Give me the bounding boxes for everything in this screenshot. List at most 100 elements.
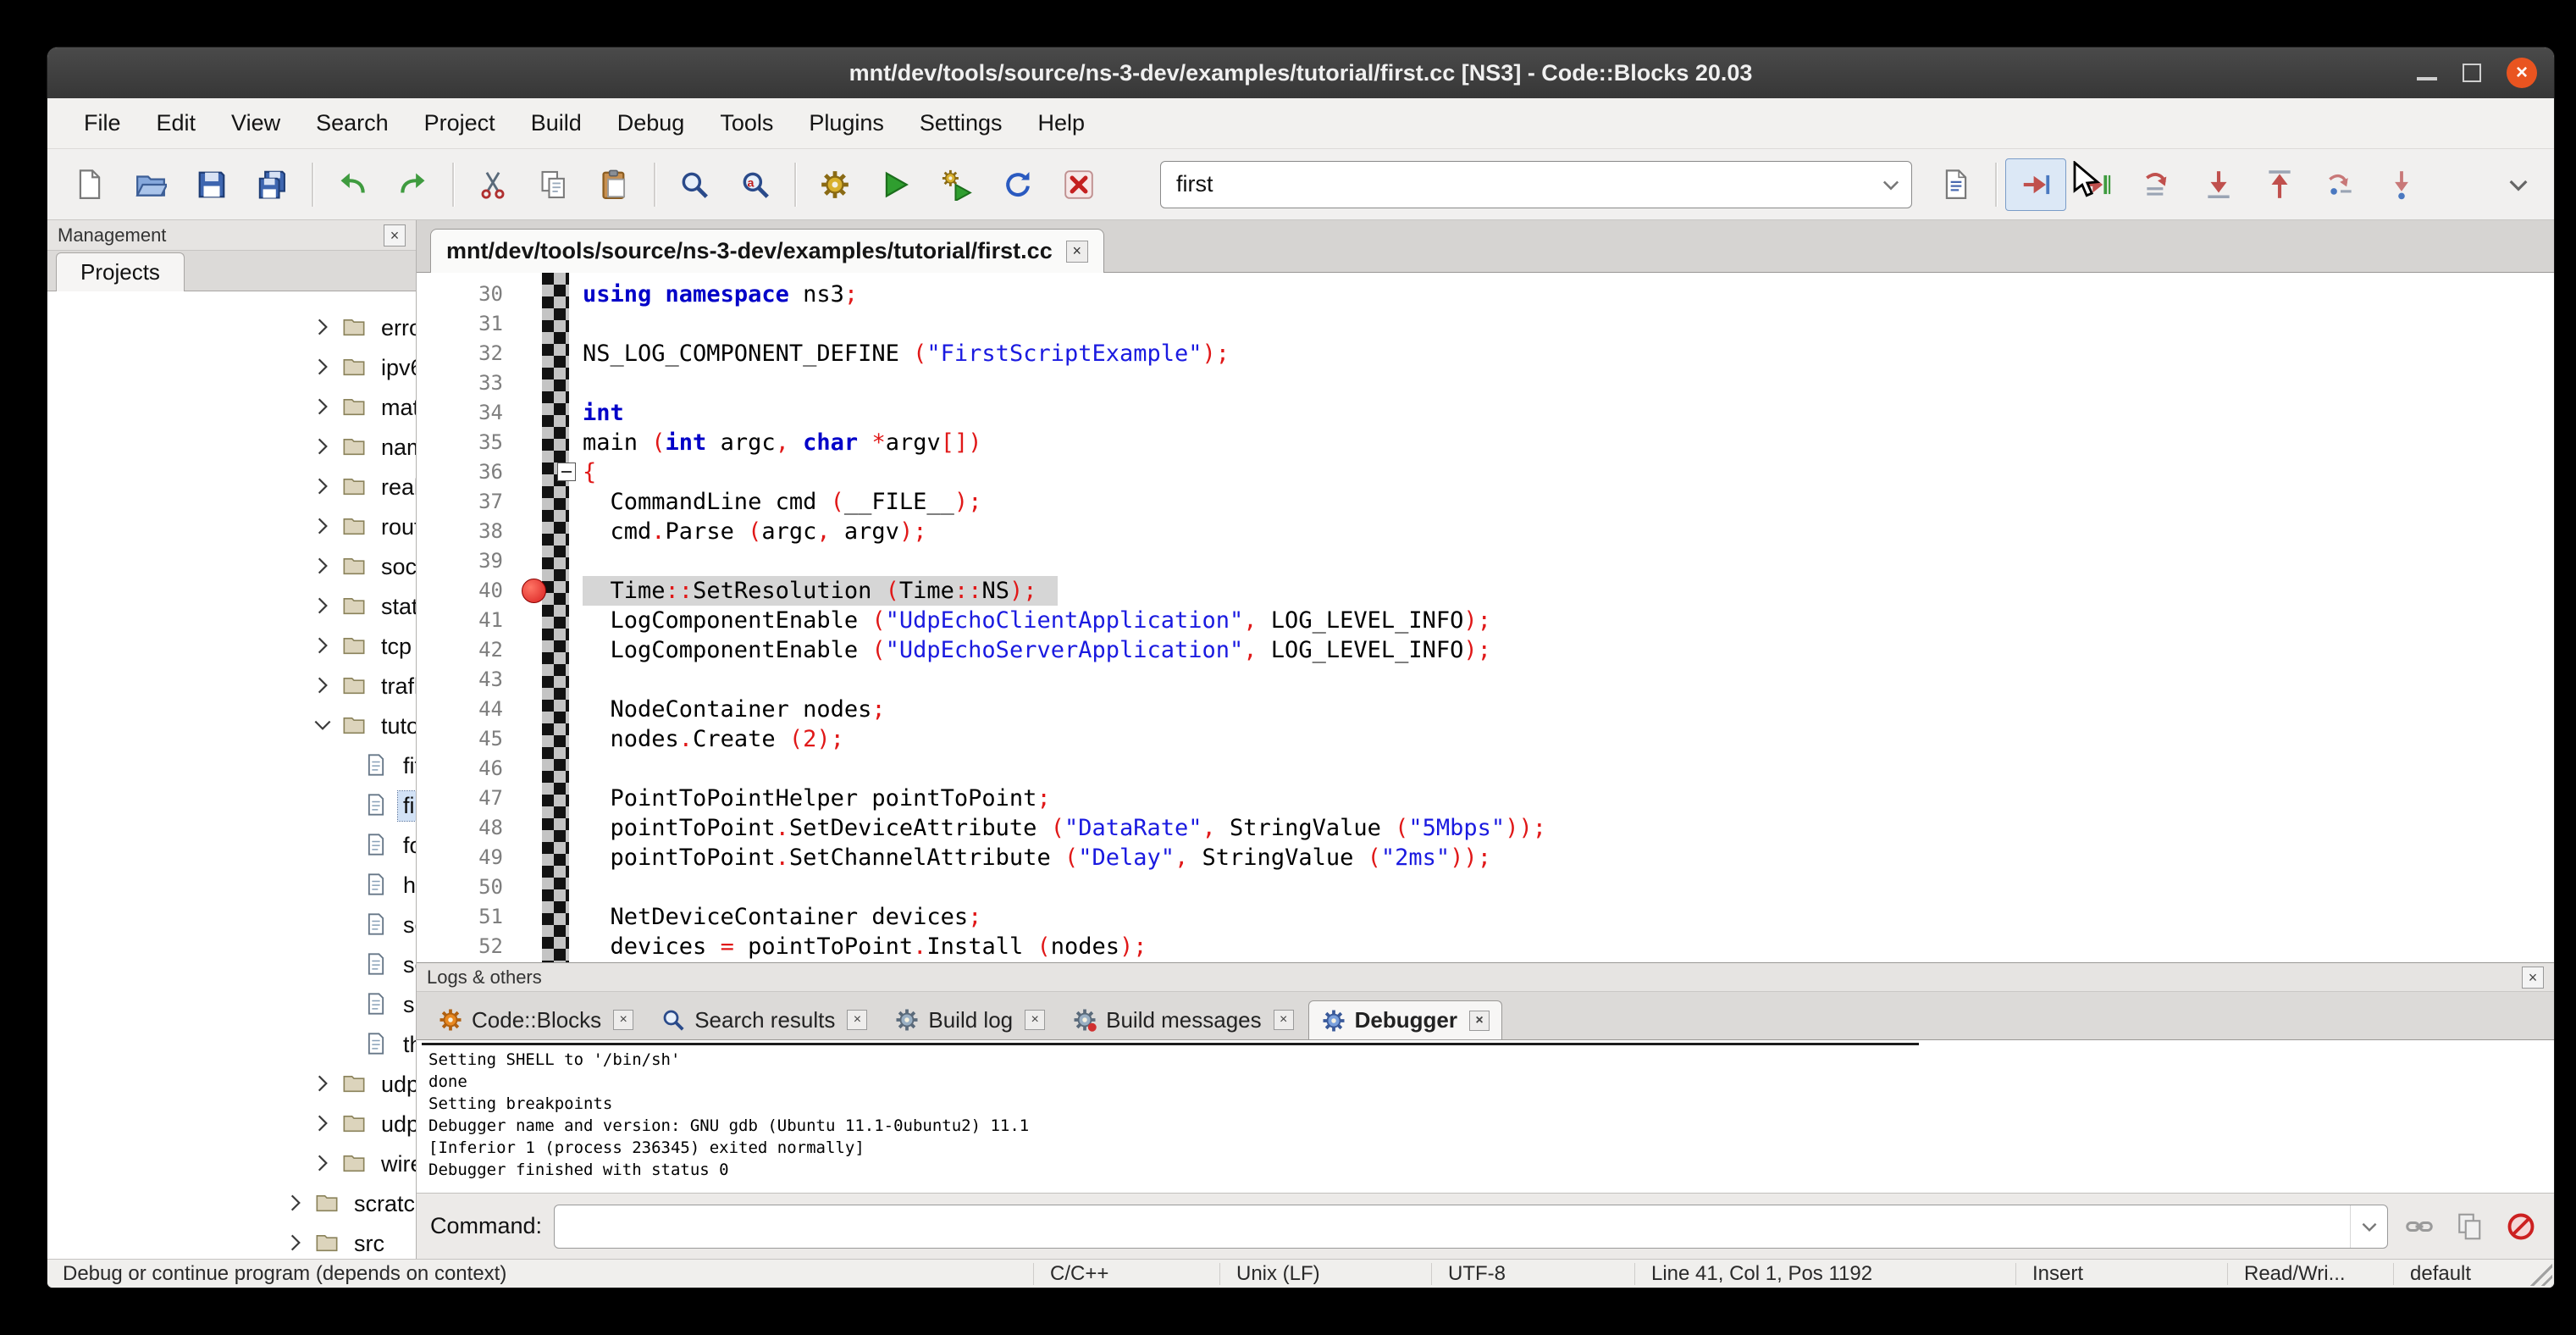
step-into-instruction-icon[interactable] <box>2371 158 2432 211</box>
step-out-icon[interactable] <box>2249 158 2310 211</box>
menu-debug[interactable]: Debug <box>600 110 703 136</box>
tree-item-tcp[interactable]: tcp <box>47 627 416 667</box>
line-number[interactable]: 51 <box>417 902 515 932</box>
paste-icon[interactable] <box>584 158 645 211</box>
tree-item-udp[interactable]: udp <box>47 1065 416 1105</box>
logs-tab-build-log[interactable]: Build log× <box>882 1000 1058 1039</box>
chevron-right-icon[interactable] <box>285 1232 310 1257</box>
chevron-right-icon[interactable] <box>312 316 337 341</box>
tree-item-sock[interactable]: sock <box>47 547 416 587</box>
chevron-down-icon[interactable] <box>312 714 337 740</box>
code-line-39[interactable]: 39 <box>417 546 2554 576</box>
line-number[interactable]: 46 <box>417 754 515 784</box>
build-target-combobox[interactable] <box>1160 161 1912 208</box>
close-icon[interactable]: × <box>2522 967 2544 989</box>
menu-build[interactable]: Build <box>513 110 600 136</box>
replace-icon[interactable]: a <box>725 158 786 211</box>
logs-tab-debugger[interactable]: Debugger× <box>1308 1000 1502 1039</box>
chevron-right-icon[interactable] <box>312 475 337 501</box>
line-number[interactable]: 40 <box>417 576 515 606</box>
chevron-right-icon[interactable] <box>312 674 337 700</box>
code-line-38[interactable]: 38 cmd.Parse (argc, argv); <box>417 517 2554 546</box>
code-line-49[interactable]: 49 pointToPoint.SetChannelAttribute ("De… <box>417 843 2554 872</box>
line-number[interactable]: 52 <box>417 932 515 961</box>
code-line-40[interactable]: 40 Time::SetResolution (Time::NS); <box>417 576 2554 606</box>
run-to-cursor-icon[interactable] <box>2066 158 2127 211</box>
code-line-45[interactable]: 45 nodes.Create (2); <box>417 724 2554 754</box>
code-line-32[interactable]: 32NS_LOG_COMPONENT_DEFINE ("FirstScriptE… <box>417 339 2554 368</box>
chevron-right-icon[interactable] <box>312 555 337 580</box>
menu-project[interactable]: Project <box>406 110 513 136</box>
line-number[interactable]: 43 <box>417 665 515 695</box>
code-line-37[interactable]: 37 CommandLine cmd (__FILE__); <box>417 487 2554 517</box>
menu-settings[interactable]: Settings <box>902 110 1020 136</box>
copy-output-icon[interactable] <box>2451 1207 2490 1246</box>
save-all-icon[interactable] <box>242 158 303 211</box>
run-icon[interactable] <box>865 158 926 211</box>
chevron-right-icon[interactable] <box>312 1112 337 1138</box>
code-line-34[interactable]: 34int <box>417 398 2554 428</box>
tree-item-src[interactable]: src <box>47 1224 416 1259</box>
minimize-icon[interactable] <box>2417 77 2437 80</box>
code-line-31[interactable]: 31 <box>417 309 2554 339</box>
tree-item-erro[interactable]: erro <box>47 308 416 348</box>
code-line-30[interactable]: 30using namespace ns3; <box>417 280 2554 309</box>
tree-item-real[interactable]: real <box>47 468 416 507</box>
menu-help[interactable]: Help <box>1020 110 1103 136</box>
line-number[interactable]: 32 <box>417 339 515 368</box>
no-entry-icon[interactable] <box>2501 1207 2540 1246</box>
line-number[interactable]: 45 <box>417 724 515 754</box>
code-line-46[interactable]: 46 <box>417 754 2554 784</box>
tab-projects[interactable]: Projects <box>56 252 185 291</box>
compile-target-icon[interactable] <box>1926 158 1987 211</box>
step-into-icon[interactable] <box>2188 158 2249 211</box>
menu-file[interactable]: File <box>66 110 139 136</box>
link-icon[interactable] <box>2400 1207 2439 1246</box>
next-line-icon[interactable] <box>2127 158 2188 211</box>
line-number[interactable]: 49 <box>417 843 515 872</box>
tree-item-stat[interactable]: stat <box>47 587 416 627</box>
build-icon[interactable] <box>804 158 865 211</box>
tree-item-udp-[interactable]: udp- <box>47 1105 416 1144</box>
code-line-36[interactable]: 36{ <box>417 457 2554 487</box>
toolbar-overflow-icon[interactable] <box>2495 159 2542 210</box>
close-icon[interactable]: × <box>613 1010 633 1030</box>
menu-view[interactable]: View <box>213 110 298 136</box>
line-number[interactable]: 48 <box>417 813 515 843</box>
code-line-47[interactable]: 47 PointToPointHelper pointToPoint; <box>417 784 2554 813</box>
chevron-right-icon[interactable] <box>312 356 337 381</box>
menu-plugins[interactable]: Plugins <box>791 110 902 136</box>
line-number[interactable]: 38 <box>417 517 515 546</box>
cut-icon[interactable] <box>462 158 523 211</box>
chevron-right-icon[interactable] <box>312 1152 337 1177</box>
logs-tab-code-blocks[interactable]: Code::Blocks× <box>425 1000 646 1039</box>
code-editor[interactable]: 30using namespace ns3;3132NS_LOG_COMPONE… <box>417 273 2554 962</box>
tree-item-si[interactable]: si <box>47 985 416 1025</box>
chevron-right-icon[interactable] <box>312 515 337 540</box>
logs-tab-search-results[interactable]: Search results× <box>648 1000 880 1039</box>
rebuild-icon[interactable] <box>987 158 1048 211</box>
tree-item-he[interactable]: he <box>47 866 416 906</box>
tree-item-fif[interactable]: fif <box>47 746 416 786</box>
chevron-down-icon[interactable] <box>1871 162 1911 208</box>
line-number[interactable]: 33 <box>417 368 515 398</box>
close-icon[interactable]: × <box>1469 1011 1490 1031</box>
line-number[interactable]: 34 <box>417 398 515 428</box>
maximize-icon[interactable] <box>2463 64 2481 82</box>
close-icon[interactable]: × <box>847 1010 867 1030</box>
tree-item-scratcl[interactable]: scratcl <box>47 1184 416 1224</box>
line-number[interactable]: 39 <box>417 546 515 576</box>
line-number[interactable]: 50 <box>417 872 515 902</box>
editor-tab-first-cc[interactable]: mnt/dev/tools/source/ns-3-dev/examples/t… <box>430 229 1104 273</box>
code-line-52[interactable]: 52 devices = pointToPoint.Install (nodes… <box>417 932 2554 961</box>
close-icon[interactable]: × <box>1274 1010 1294 1030</box>
tree-item-trafl[interactable]: trafl <box>47 667 416 706</box>
code-line-51[interactable]: 51 NetDeviceContainer devices; <box>417 902 2554 932</box>
menu-search[interactable]: Search <box>298 110 406 136</box>
menu-tools[interactable]: Tools <box>702 110 791 136</box>
tree-item-fo[interactable]: fo <box>47 826 416 866</box>
code-line-33[interactable]: 33 <box>417 368 2554 398</box>
copy-icon[interactable] <box>523 158 584 211</box>
code-line-41[interactable]: 41 LogComponentEnable ("UdpEchoClientApp… <box>417 606 2554 635</box>
redo-icon[interactable] <box>383 158 444 211</box>
